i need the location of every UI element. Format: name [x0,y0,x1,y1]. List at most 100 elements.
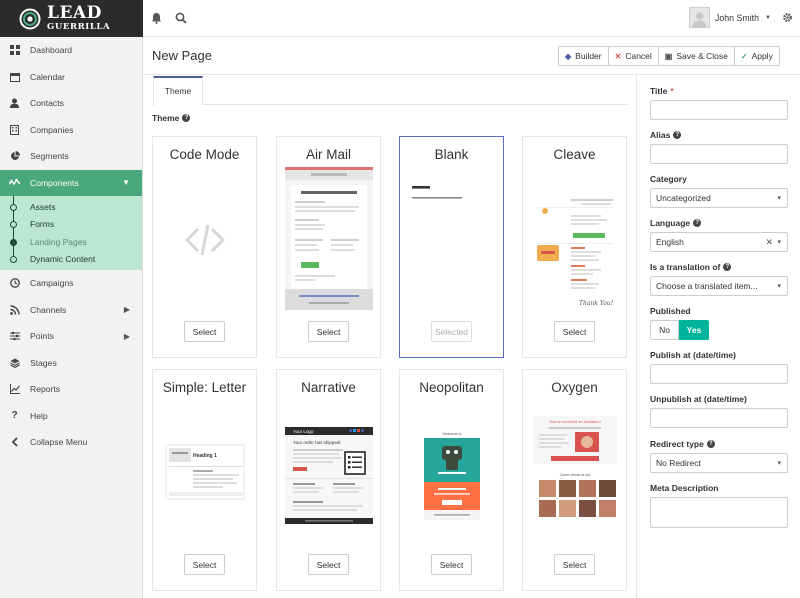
theme-name: Narrative [301,380,356,395]
published-toggle[interactable]: No Yes [650,320,709,340]
tab-theme[interactable]: Theme [153,76,203,105]
help-icon[interactable]: ? [706,440,715,448]
submenu-item-label: Dynamic Content [30,254,96,265]
dashboard-icon [9,45,20,56]
gear-icon[interactable] [782,12,794,24]
sidebar-item-campaigns[interactable]: Campaigns [0,270,142,297]
submenu-item-assets[interactable]: Assets [0,198,142,216]
clear-icon[interactable]: ✕ [765,237,773,248]
theme-preview: Welcome to [408,400,496,543]
user-icon [9,98,20,109]
sidebar-item-channels[interactable]: Channels ▶ [0,297,142,324]
theme-card-simple-letter[interactable]: Simple: Letter Heading 1 Select [152,369,257,591]
theme-preview [408,167,496,310]
sidebar-item-label: Campaigns [30,278,74,289]
sidebar-item-contacts[interactable]: Contacts [0,90,142,117]
sidebar-item-calendar[interactable]: Calendar [0,64,142,91]
theme-card-narrative[interactable]: Narrative Your Logo Your order has shipp… [276,369,381,591]
theme-card-blank[interactable]: Blank Selected [399,136,504,358]
sidebar-item-reports[interactable]: Reports [0,376,142,403]
help-icon[interactable]: ? [673,131,682,139]
meta-description-label: Meta Description [650,483,719,493]
question-icon: ? [11,410,18,422]
help-icon[interactable]: ? [182,114,191,122]
sidebar-item-components[interactable]: Components ▼ [0,169,142,196]
caret-down-icon: ▼ [122,178,130,188]
select-theme-button[interactable]: Select [554,321,595,342]
sidebar-item-help[interactable]: ? Help [0,403,142,430]
sidebar-item-label: Components [30,177,79,188]
help-icon[interactable]: ? [693,219,702,227]
theme-name: Cleave [553,147,596,162]
select-theme-button[interactable]: Select [431,554,472,575]
meta-description-textarea[interactable] [650,497,788,528]
sidebar-item-collapse-menu[interactable]: Collapse Menu [0,429,142,456]
bullet-icon [10,238,17,246]
theme-card-neopolitan[interactable]: Neopolitan Welcome to Select [399,369,504,591]
title-input[interactable] [650,100,788,120]
alias-label: Alias? [650,130,682,140]
translation-select[interactable]: Choose a translated item... [650,276,788,296]
user-menu[interactable]: John Smith ▼ [689,7,771,28]
brand-logo[interactable]: LEAD GUERRILLA [0,0,143,37]
redirect-type-label: Redirect type? [650,439,715,449]
sidebar-item-label: Points [30,331,54,342]
sidebar-item-segments[interactable]: Segments [0,143,142,170]
theme-card-oxygen[interactable]: Oxygen You've received an invitation! Co… [522,369,627,591]
welcome-text: Welcome to [443,432,462,436]
sidebar-item-label: Collapse Menu [30,437,88,448]
submenu-item-landing-pages[interactable]: Landing Pages [0,233,142,251]
redirect-type-select[interactable]: No Redirect [650,453,788,473]
theme-card-code-mode[interactable]: Code Mode Select [152,136,257,358]
sidebar-item-dashboard[interactable]: Dashboard [0,37,142,64]
select-theme-button[interactable]: Select [308,321,349,342]
caret-right-icon: ▶ [123,331,130,341]
theme-preview: Your Logo Your order has shipped! [285,400,373,543]
submenu-item-dynamic-content[interactable]: Dynamic Content [0,251,142,269]
sidebar-item-points[interactable]: Points ▶ [0,323,142,350]
select-theme-button[interactable]: Select [184,554,225,575]
tagline-text: Your order has shipped! [293,440,341,445]
unpublish-at-input[interactable] [650,408,788,428]
title-label: Title * [650,86,674,96]
calendar-icon [9,71,20,82]
translation-label: Is a translation of? [650,262,732,272]
submenu-item-label: Landing Pages [30,236,87,247]
sidebar: Dashboard Calendar Contacts Companies Se… [0,37,143,598]
theme-preview: You've received an invitation! Come chec… [531,400,619,543]
published-yes-option[interactable]: Yes [679,320,709,340]
brand-subname: GUERRILLA [47,22,111,33]
alias-input[interactable] [650,144,788,164]
apply-button[interactable]: ✓ Apply [733,46,780,66]
cancel-button[interactable]: ✕ Cancel [607,46,659,66]
unpublish-at-label: Unpublish at (date/time) [650,394,747,404]
avatar [689,7,710,28]
logo-text: Your Logo [293,429,314,434]
builder-button[interactable]: ◆ Builder [558,46,609,66]
bell-icon[interactable] [151,12,163,24]
publish-at-input[interactable] [650,364,788,384]
check-icon: ✓ [740,51,748,61]
theme-card-cleave[interactable]: Cleave Thank You! Select [522,136,627,358]
clock-icon [9,278,20,289]
select-theme-button[interactable]: Select [308,554,349,575]
category-select[interactable]: Uncategorized [650,188,788,208]
theme-preview [285,167,373,310]
sidebar-item-label: Companies [30,124,74,135]
sidebar-item-label: Segments [30,151,69,162]
page-settings-panel: Title* Alias? Category Uncategorized Lan… [636,75,800,598]
sidebar-item-companies[interactable]: Companies [0,117,142,144]
sidebar-item-stages[interactable]: Stages [0,350,142,377]
save-close-button[interactable]: ▣ Save & Close [657,46,735,66]
submenu-item-forms[interactable]: Forms [0,216,142,234]
select-theme-button[interactable]: Selected [431,321,472,342]
language-select[interactable]: English ✕ [650,232,788,252]
published-no-option[interactable]: No [650,320,679,340]
select-theme-button[interactable]: Select [184,321,225,342]
theme-card-air-mail[interactable]: Air Mail Select [276,136,381,358]
brand-name: LEAD [47,3,102,24]
select-theme-button[interactable]: Select [554,554,595,575]
target-spiral-icon [19,8,41,30]
search-icon[interactable] [175,12,187,24]
help-icon[interactable]: ? [723,263,732,271]
